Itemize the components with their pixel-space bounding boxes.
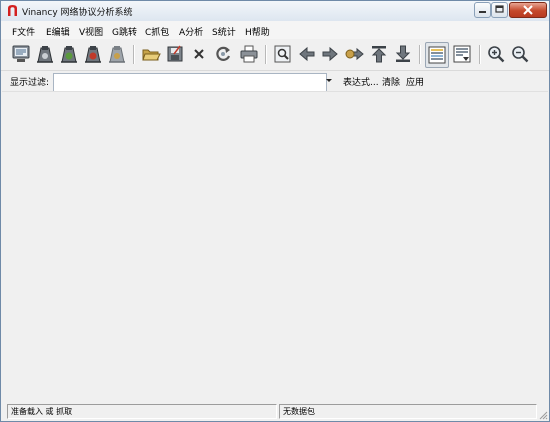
maximize-button[interactable] xyxy=(491,2,508,18)
status-message: 准备载入 或 抓取 xyxy=(11,407,73,416)
auto-scroll-button[interactable] xyxy=(452,44,472,64)
capture-options-button[interactable] xyxy=(35,44,55,64)
app-logo-icon xyxy=(8,5,17,16)
menu-help[interactable]: H帮助 xyxy=(245,25,270,38)
minimize-icon xyxy=(479,11,486,13)
title-bar[interactable]: Vinancy 网络协议分析系统 xyxy=(1,1,549,21)
auto-scroll-icon xyxy=(453,45,471,63)
stop-capture-icon xyxy=(85,46,101,63)
window-title: Vinancy 网络协议分析系统 xyxy=(22,8,133,18)
toolbar-separator xyxy=(133,45,135,64)
open-file-icon xyxy=(142,49,161,61)
interface-list-icon xyxy=(12,45,30,62)
go-last-icon xyxy=(395,45,411,62)
colorize-button[interactable] xyxy=(425,42,449,68)
menu-bar: F文件 E编辑 V视图 G跳转 C抓包 A分析 S统计 H帮助 xyxy=(1,21,549,39)
save-file-button[interactable] xyxy=(165,44,185,64)
go-to-packet-button[interactable] xyxy=(344,44,364,64)
menu-statistics[interactable]: S统计 xyxy=(212,25,236,38)
print-button[interactable] xyxy=(239,44,259,64)
colorize-icon xyxy=(428,46,446,64)
maximize-icon xyxy=(495,5,504,13)
zoom-out-icon xyxy=(512,46,529,63)
filter-input[interactable] xyxy=(53,73,327,92)
go-forward-icon xyxy=(322,46,338,62)
go-back-button[interactable] xyxy=(297,44,317,64)
stop-capture-button[interactable] xyxy=(83,44,103,64)
packet-list-area[interactable] xyxy=(2,91,548,402)
minimize-button[interactable] xyxy=(474,2,491,18)
status-bar: 准备载入 或 抓取 无数据包 xyxy=(1,401,549,421)
close-button[interactable] xyxy=(509,2,547,18)
go-forward-button[interactable] xyxy=(320,44,340,64)
find-packet-icon xyxy=(274,45,291,63)
toolbar-separator xyxy=(419,45,421,64)
capture-options-icon xyxy=(37,46,53,63)
go-to-packet-icon xyxy=(345,47,364,61)
close-icon xyxy=(523,5,533,15)
menu-analyze[interactable]: A分析 xyxy=(179,25,203,38)
menu-edit[interactable]: E编辑 xyxy=(46,25,70,38)
go-back-icon xyxy=(299,46,315,62)
go-last-button[interactable] xyxy=(393,44,413,64)
toolbar-separator xyxy=(479,45,481,64)
resize-grip-icon[interactable] xyxy=(538,410,548,420)
close-file-button[interactable] xyxy=(189,44,209,64)
expression-button[interactable]: 表达式... xyxy=(343,75,379,88)
restart-capture-button[interactable] xyxy=(107,44,127,64)
print-icon xyxy=(240,45,258,63)
reload-icon xyxy=(216,46,231,61)
filter-label: 显示过滤: xyxy=(10,78,50,88)
start-capture-icon xyxy=(61,46,77,63)
find-packet-button[interactable] xyxy=(273,44,293,64)
status-pane-right: 无数据包 xyxy=(279,404,537,419)
menu-file[interactable]: F文件 xyxy=(12,25,35,38)
display-filter-bar: 显示过滤: 表达式... 清除 应用 xyxy=(1,71,549,92)
app-window: Vinancy 网络协议分析系统 F文件 E编辑 V视图 G跳转 C抓包 A分析… xyxy=(0,0,550,422)
interface-list-button[interactable] xyxy=(11,44,31,64)
menu-capture[interactable]: C抓包 xyxy=(145,25,169,38)
reload-button[interactable] xyxy=(213,44,233,64)
start-capture-button[interactable] xyxy=(59,44,79,64)
save-file-icon xyxy=(167,45,183,62)
status-pane-left: 准备载入 或 抓取 xyxy=(7,404,277,419)
menu-view[interactable]: V视图 xyxy=(79,25,103,38)
apply-button[interactable]: 应用 xyxy=(406,75,424,88)
toolbar-separator xyxy=(265,45,267,64)
clear-button[interactable]: 清除 xyxy=(382,75,400,88)
zoom-in-icon xyxy=(488,46,505,63)
open-file-button[interactable] xyxy=(141,44,161,64)
restart-capture-icon xyxy=(109,46,125,63)
close-file-icon xyxy=(194,49,204,59)
zoom-in-button[interactable] xyxy=(486,44,506,64)
menu-go[interactable]: G跳转 xyxy=(112,25,137,38)
go-first-icon xyxy=(371,46,387,63)
go-first-button[interactable] xyxy=(369,44,389,64)
zoom-out-button[interactable] xyxy=(510,44,530,64)
packet-count-status: 无数据包 xyxy=(283,407,315,416)
chevron-down-icon[interactable] xyxy=(324,75,334,85)
main-toolbar xyxy=(1,39,549,71)
